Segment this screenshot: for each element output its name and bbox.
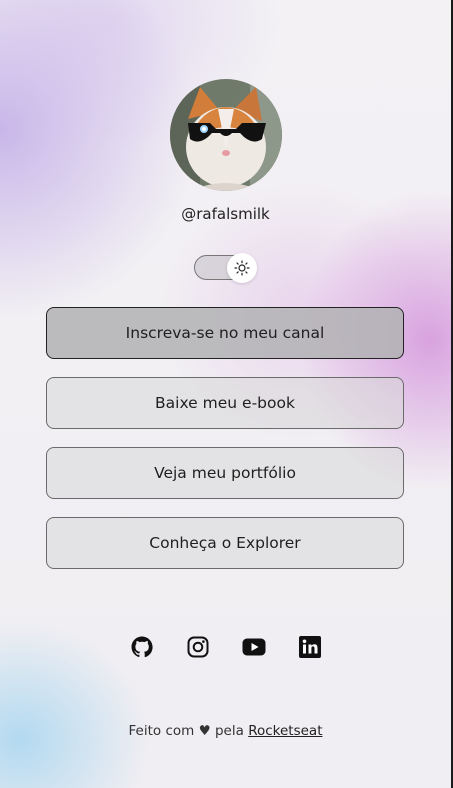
footer-prefix: Feito com [128, 723, 195, 739]
github-icon [131, 636, 153, 658]
username: @rafalsmilk [181, 205, 270, 223]
link-portfolio-button[interactable]: Veja meu portfólio [46, 447, 404, 499]
social-links [0, 635, 451, 659]
link-subscribe-channel-button[interactable]: Inscreva-se no meu canal [46, 307, 404, 359]
theme-toggle[interactable] [194, 253, 257, 283]
avatar [170, 79, 282, 191]
link-download-ebook-button[interactable]: Baixe meu e-book [46, 377, 404, 429]
footer-middle: pela [214, 723, 244, 739]
footer: Feito com ♥ pela Rocketseat [0, 723, 451, 739]
instagram-icon [187, 636, 208, 658]
linkedin-link[interactable] [298, 635, 322, 659]
sun-icon [234, 260, 250, 276]
toggle-knob[interactable] [227, 253, 257, 283]
instagram-link[interactable] [186, 635, 210, 659]
youtube-icon [242, 638, 265, 656]
cat-with-sunglasses-avatar [170, 79, 282, 191]
youtube-link[interactable] [242, 635, 266, 659]
rocketseat-link[interactable]: Rocketseat [248, 723, 322, 739]
heart-icon: ♥ [198, 723, 211, 739]
github-link[interactable] [130, 635, 154, 659]
linkedin-icon [298, 636, 321, 658]
link-explorer-button[interactable]: Conheça o Explorer [46, 517, 404, 569]
